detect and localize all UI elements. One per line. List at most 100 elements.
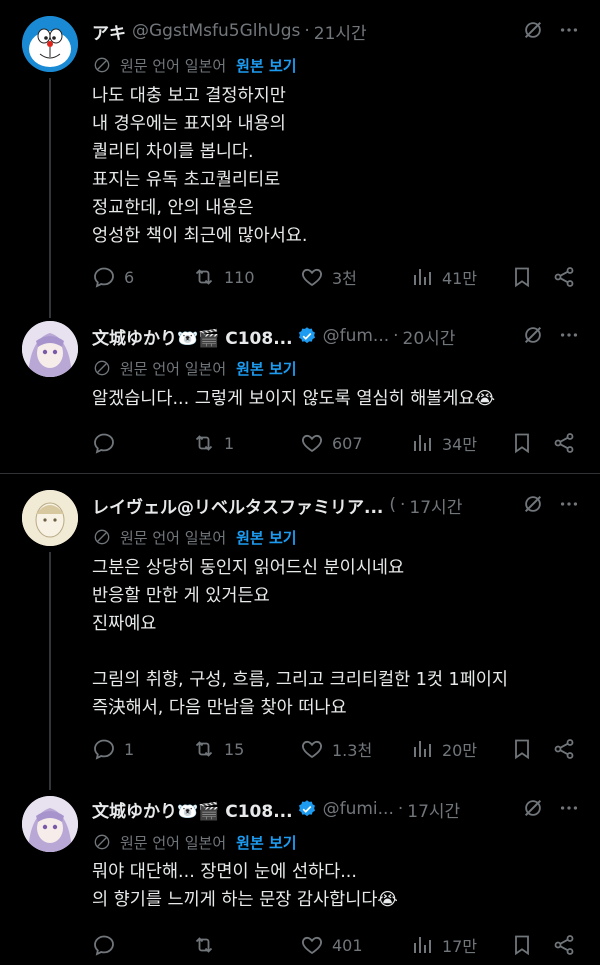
post-4[interactable]: 文城ゆかり🐻‍❄️🎬 C108... @fumi... · 17시간 원문 언어… xyxy=(0,780,600,965)
translation-notice: 원문 언어 일본어 원본 보기 xyxy=(92,525,297,549)
sketch-avatar-image xyxy=(22,490,78,546)
like-count: 401 xyxy=(332,935,363,955)
translation-notice: 원문 언어 일본어 원본 보기 xyxy=(92,356,297,380)
grok-icon[interactable] xyxy=(522,797,544,819)
post-1[interactable]: アキ @GgstMsfu5GlhUgs · 21시간 원문 언어 일본어 원본 … xyxy=(0,0,600,318)
reply-count: 1 xyxy=(124,739,135,759)
avatar-fumiki[interactable] xyxy=(22,321,78,377)
post-time[interactable]: 21시간 xyxy=(314,19,367,44)
post-time[interactable]: 17시간 xyxy=(409,493,462,518)
translation-source-text: 원문 언어 일본어 xyxy=(120,528,227,547)
view-original-link[interactable]: 원본 보기 xyxy=(236,358,296,379)
like-button[interactable]: 3천 xyxy=(300,265,357,289)
anime-avatar-image xyxy=(22,796,78,852)
reply-button[interactable] xyxy=(92,933,124,957)
anime-avatar-image xyxy=(22,321,78,377)
translation-source-text: 원문 언어 일본어 xyxy=(120,833,227,852)
views-button[interactable]: 20만 xyxy=(410,737,477,761)
post-header: 文城ゆかり🐻‍❄️🎬 C108... @fum... · 20시간 xyxy=(92,321,580,351)
repost-count: 15 xyxy=(224,739,245,759)
grok-icon[interactable] xyxy=(522,19,544,41)
more-icon[interactable] xyxy=(558,19,580,41)
author-name[interactable]: アキ xyxy=(92,19,126,44)
author-name[interactable]: 文城ゆかり🐻‍❄️🎬 C108... xyxy=(92,324,293,349)
translate-icon xyxy=(92,358,112,378)
post-header: 文城ゆかり🐻‍❄️🎬 C108... @fumi... · 17시간 xyxy=(92,794,580,824)
reply-count: 6 xyxy=(124,267,135,287)
views-button[interactable]: 34만 xyxy=(410,431,477,455)
separator-dot: · xyxy=(400,495,406,515)
post-header: アキ @GgstMsfu5GlhUgs · 21시간 xyxy=(92,16,580,46)
more-icon[interactable] xyxy=(558,324,580,346)
avatar-fumiki[interactable] xyxy=(22,796,78,852)
post-body: 나도 대충 보고 결정하지만 내 경우에는 표지와 내용의 퀄리티 차이를 봅니… xyxy=(92,86,308,246)
author-name[interactable]: 文城ゆかり🐻‍❄️🎬 C108... xyxy=(92,797,293,822)
translation-notice: 원문 언어 일본어 원본 보기 xyxy=(92,830,297,854)
bookmark-button[interactable] xyxy=(510,933,534,957)
view-original-link[interactable]: 원본 보기 xyxy=(236,832,296,853)
author-handle[interactable]: @fum... xyxy=(323,326,390,346)
avatar-doraemon[interactable] xyxy=(22,16,78,72)
translate-icon xyxy=(92,55,112,75)
bookmark-button[interactable] xyxy=(510,737,534,761)
share-button[interactable] xyxy=(552,933,576,957)
action-bar: 401 17만 xyxy=(92,930,578,960)
like-button[interactable]: 401 xyxy=(300,933,363,957)
share-button[interactable] xyxy=(552,265,576,289)
like-button[interactable]: 1.3천 xyxy=(300,737,372,761)
share-button[interactable] xyxy=(552,431,576,455)
author-handle[interactable]: @GgstMsfu5GlhUgs xyxy=(132,21,300,41)
post-time[interactable]: 20시간 xyxy=(403,324,456,349)
author-handle[interactable]: @fumi... xyxy=(323,799,394,819)
view-count: 17만 xyxy=(442,937,478,956)
reply-button[interactable]: 6 xyxy=(92,265,134,289)
author-name[interactable]: レイヴェル@リベルタスファミリア... xyxy=(92,493,383,518)
view-count: 41만 xyxy=(442,269,478,288)
bookmark-button[interactable] xyxy=(510,431,534,455)
post-time[interactable]: 17시간 xyxy=(407,797,460,822)
author-handle[interactable]: ( xyxy=(389,495,396,515)
doraemon-avatar-image xyxy=(22,16,78,72)
verified-badge-icon xyxy=(298,800,315,817)
reply-button[interactable] xyxy=(92,431,124,455)
repost-button[interactable]: 15 xyxy=(192,737,244,761)
like-count: 3천 xyxy=(332,269,357,288)
translation-notice: 원문 언어 일본어 원본 보기 xyxy=(92,53,297,77)
views-button[interactable]: 41만 xyxy=(410,265,477,289)
bookmark-button[interactable] xyxy=(510,265,534,289)
thread-line xyxy=(49,552,51,790)
post-header: レイヴェル@リベルタスファミリア... ( · 17시간 xyxy=(92,490,580,520)
translation-source-text: 원문 언어 일본어 xyxy=(120,359,227,378)
post-body: 알겠습니다... 그렇게 보이지 않도록 열심히 해볼게요😭 xyxy=(92,389,496,409)
grok-icon[interactable] xyxy=(522,324,544,346)
more-icon[interactable] xyxy=(558,493,580,515)
view-count: 20만 xyxy=(442,741,478,760)
translation-source-text: 원문 언어 일본어 xyxy=(120,56,227,75)
post-3[interactable]: レイヴェル@リベルタスファミリア... ( · 17시간 원문 언어 일본어 원… xyxy=(0,474,600,790)
action-bar: 1 607 34만 xyxy=(92,428,578,458)
view-original-link[interactable]: 원본 보기 xyxy=(236,527,296,548)
separator-dot: · xyxy=(393,326,399,346)
grok-icon[interactable] xyxy=(522,493,544,515)
post-body: 뭐야 대단해... 장면이 눈에 선하다... 의 향기를 느끼게 하는 문장 … xyxy=(92,862,398,910)
reply-button[interactable]: 1 xyxy=(92,737,134,761)
verified-badge-icon xyxy=(298,327,315,344)
thread-line xyxy=(49,78,51,318)
avatar-leivel[interactable] xyxy=(22,490,78,546)
like-button[interactable]: 607 xyxy=(300,431,363,455)
translate-icon xyxy=(92,527,112,547)
repost-button[interactable]: 1 xyxy=(192,431,234,455)
repost-button[interactable] xyxy=(192,933,224,957)
post-2[interactable]: 文城ゆかり🐻‍❄️🎬 C108... @fum... · 20시간 원문 언어 … xyxy=(0,305,600,473)
repost-count: 1 xyxy=(224,433,235,453)
like-count: 1.3천 xyxy=(332,741,373,760)
separator-dot: · xyxy=(304,21,310,41)
repost-count: 110 xyxy=(224,267,255,287)
repost-button[interactable]: 110 xyxy=(192,265,255,289)
more-icon[interactable] xyxy=(558,797,580,819)
share-button[interactable] xyxy=(552,737,576,761)
view-original-link[interactable]: 원본 보기 xyxy=(236,55,296,76)
like-count: 607 xyxy=(332,433,363,453)
action-bar: 6 110 3천 41만 xyxy=(92,262,578,292)
views-button[interactable]: 17만 xyxy=(410,933,477,957)
